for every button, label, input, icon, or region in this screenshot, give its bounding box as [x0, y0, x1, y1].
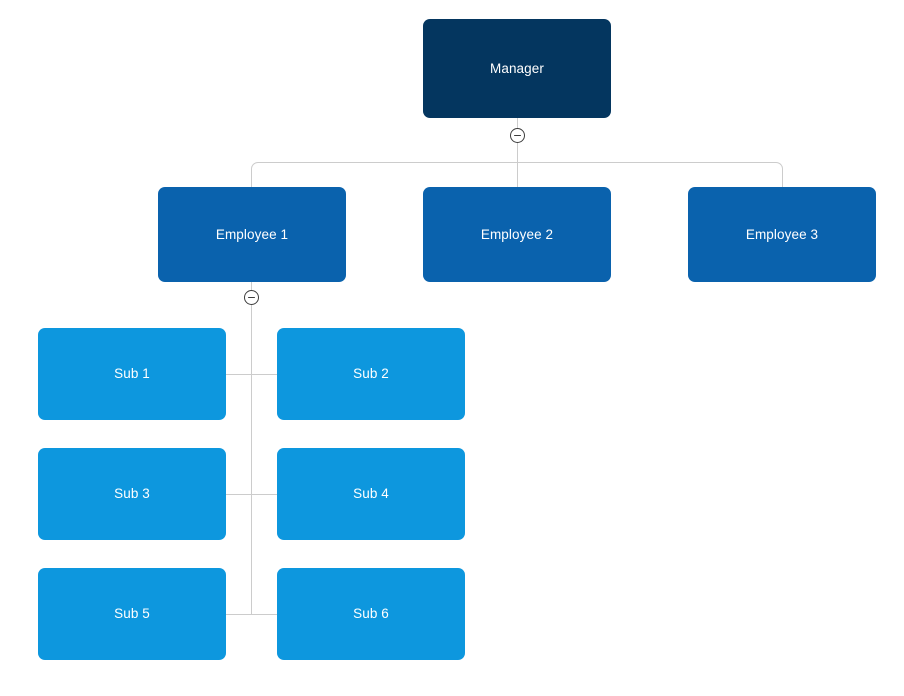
org-node-label: Sub 6: [353, 606, 389, 622]
collapse-toggle-manager[interactable]: [510, 128, 525, 143]
org-node-employee-2[interactable]: Employee 2: [423, 187, 611, 282]
org-node-sub-2[interactable]: Sub 2: [277, 328, 465, 420]
org-node-label: Sub 5: [114, 606, 150, 622]
org-node-label: Sub 4: [353, 486, 389, 502]
org-node-employee-3[interactable]: Employee 3: [688, 187, 876, 282]
minus-circle-icon: [514, 134, 521, 137]
connector-branch-row2: [226, 493, 277, 495]
org-node-label: Sub 2: [353, 366, 389, 382]
org-node-label: Employee 3: [745, 226, 819, 242]
org-node-sub-4[interactable]: Sub 4: [277, 448, 465, 540]
org-node-sub-6[interactable]: Sub 6: [277, 568, 465, 660]
connector-sub-spine: [250, 305, 252, 615]
connector-branch-row1: [226, 373, 277, 375]
collapse-toggle-employee-1[interactable]: [244, 290, 259, 305]
org-node-sub-5[interactable]: Sub 5: [38, 568, 226, 660]
connector-branch-row3: [226, 613, 277, 615]
minus-circle-icon: [248, 296, 255, 299]
org-node-sub-3[interactable]: Sub 3: [38, 448, 226, 540]
org-node-label: Manager: [490, 60, 544, 76]
org-node-manager[interactable]: Manager: [423, 19, 611, 118]
org-node-sub-1[interactable]: Sub 1: [38, 328, 226, 420]
org-node-label: Employee 2: [480, 226, 554, 242]
connector-drop-employee2: [516, 162, 518, 188]
org-node-employee-1[interactable]: Employee 1: [158, 187, 346, 282]
org-node-label: Sub 3: [114, 486, 150, 502]
org-chart-canvas: Manager Employee 1 Employee 2 Employee 3…: [0, 0, 904, 696]
org-node-label: Employee 1: [215, 226, 289, 242]
connector-manager-stem-lower: [516, 143, 518, 163]
org-node-label: Sub 1: [114, 366, 150, 382]
